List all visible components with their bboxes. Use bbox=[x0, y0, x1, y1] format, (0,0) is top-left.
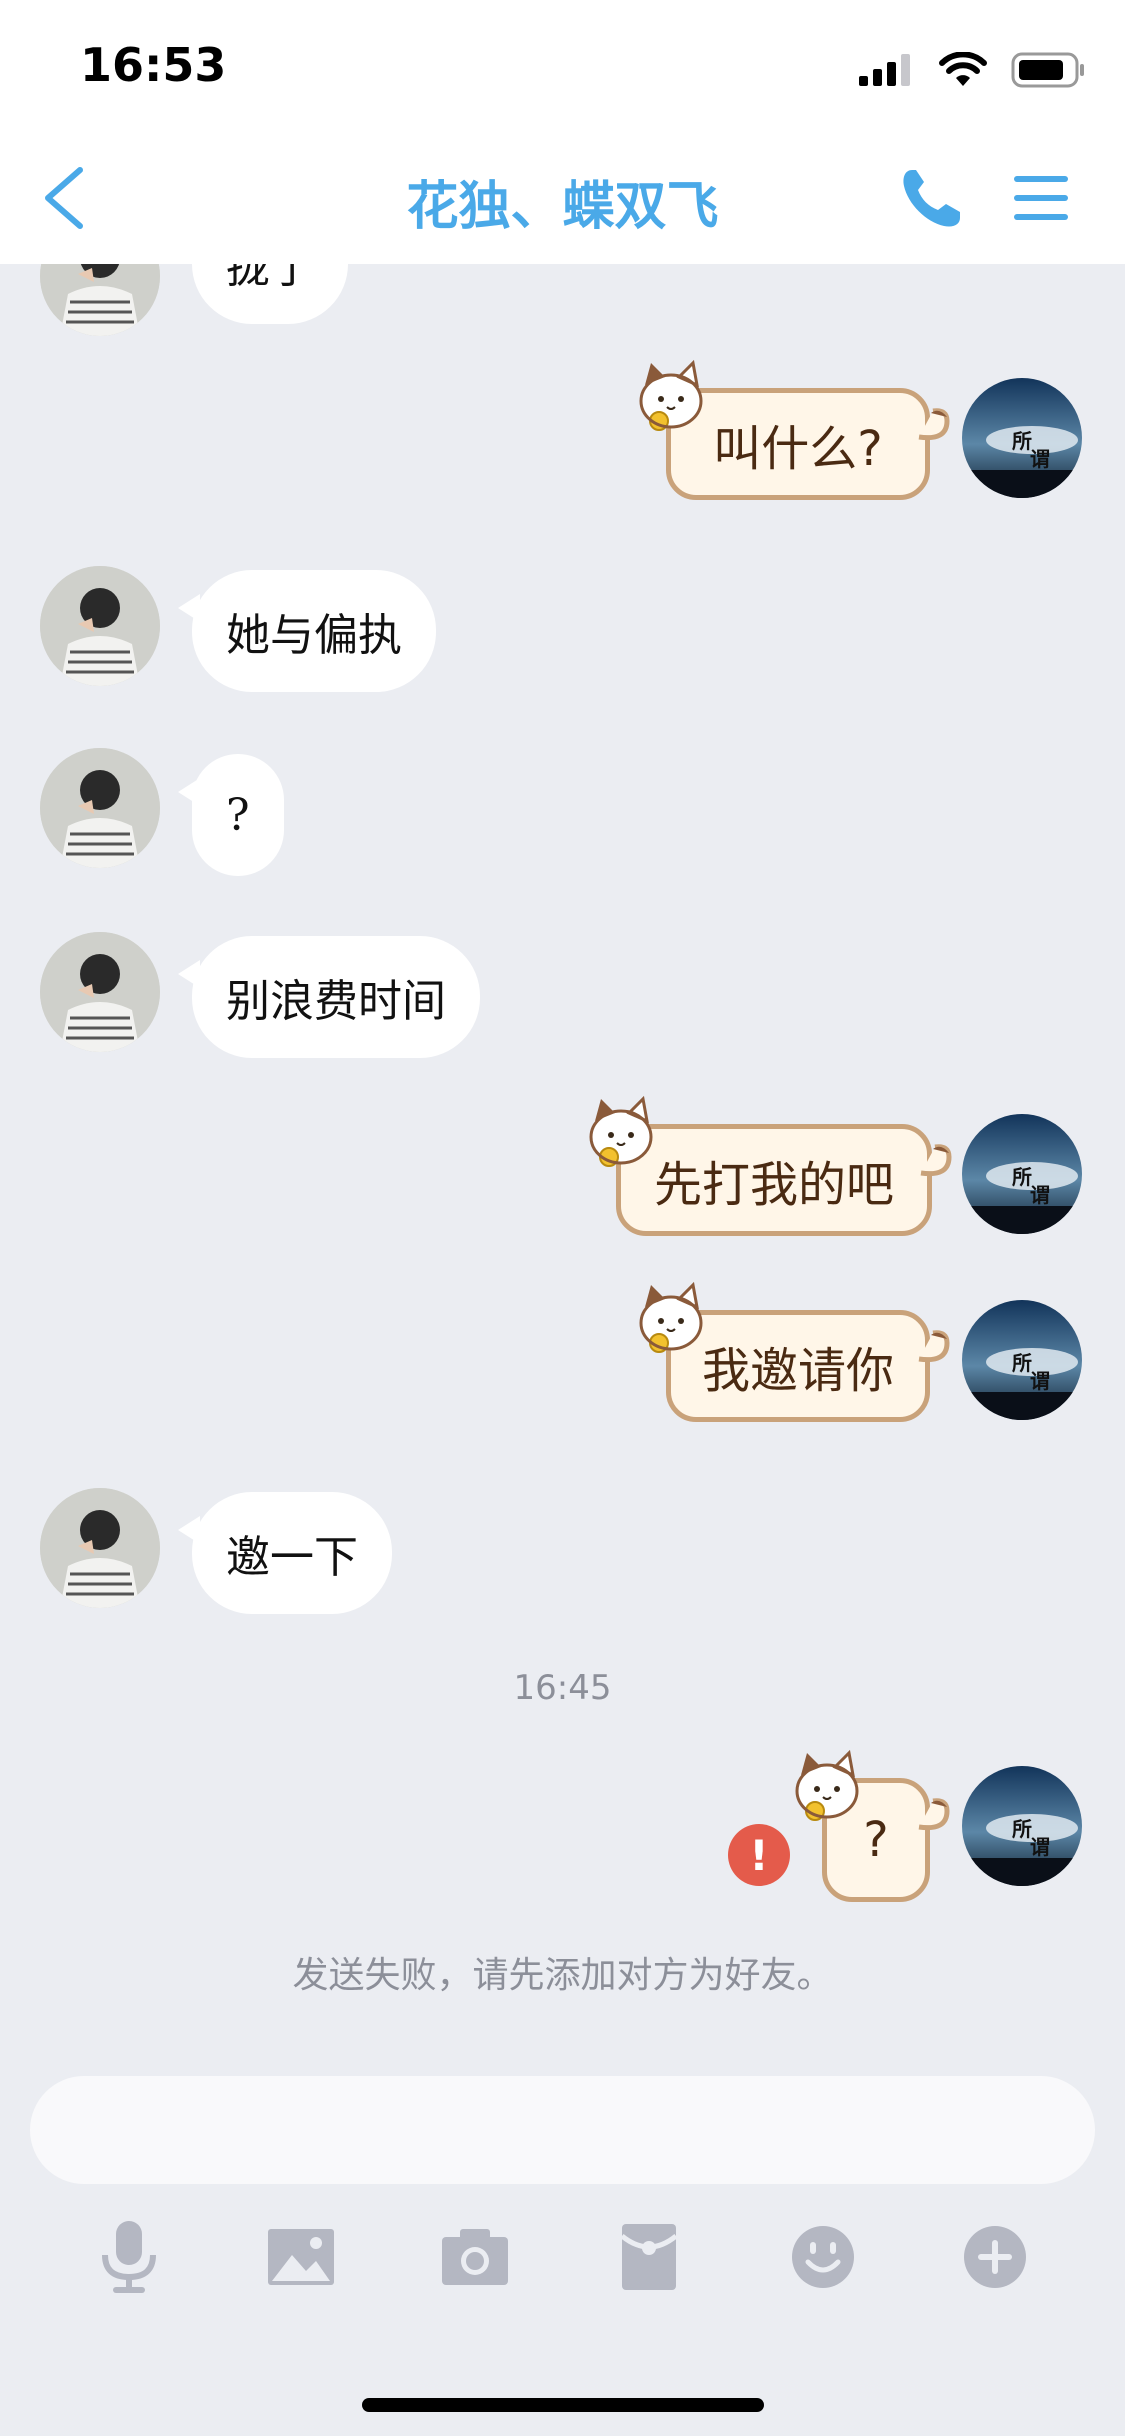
voice-button[interactable] bbox=[86, 2214, 172, 2300]
message-list[interactable]: 所 谓 拢了 叫什么? 她与 bbox=[0, 264, 1125, 2064]
lucky-cat-icon bbox=[629, 1277, 713, 1361]
menu-button[interactable] bbox=[1012, 172, 1070, 224]
message-bubble-left[interactable]: 别浪费时间 bbox=[178, 936, 480, 1058]
contact-avatar[interactable] bbox=[40, 748, 160, 868]
phone-icon bbox=[903, 170, 960, 227]
message-bubble-right[interactable]: 我邀请你 bbox=[666, 1310, 930, 1422]
cat-tail-icon bbox=[917, 1797, 951, 1833]
lucky-cat-icon bbox=[785, 1745, 869, 1829]
red-packet-icon bbox=[620, 2224, 678, 2290]
photo-button[interactable] bbox=[258, 2214, 344, 2300]
emoji-button[interactable] bbox=[780, 2214, 866, 2300]
message-bubble-left[interactable]: 她与偏执 bbox=[178, 570, 436, 692]
input-toolbar bbox=[0, 2214, 1125, 2300]
lucky-cat-icon bbox=[629, 355, 713, 439]
wifi-icon bbox=[939, 52, 987, 86]
message-bubble-right[interactable]: 先打我的吧 bbox=[616, 1124, 932, 1236]
home-indicator[interactable] bbox=[362, 2398, 764, 2412]
message-bubble-left[interactable]: 邀一下 bbox=[178, 1492, 392, 1614]
contact-avatar-image bbox=[40, 1488, 160, 1608]
message-bubble-left[interactable]: 拢了 bbox=[192, 264, 348, 324]
my-avatar-image bbox=[962, 378, 1082, 498]
message-text: 先打我的吧 bbox=[653, 1157, 894, 1213]
contact-avatar-image bbox=[40, 566, 160, 686]
message-input[interactable] bbox=[30, 2076, 1095, 2184]
contact-avatar-image bbox=[40, 932, 160, 1052]
cat-tail-icon bbox=[917, 1329, 951, 1365]
top-bar: 16:53 花独、蝶双飞 bbox=[0, 0, 1125, 264]
contact-avatar[interactable] bbox=[40, 932, 160, 1052]
contact-avatar[interactable] bbox=[40, 1488, 160, 1608]
signal-icon bbox=[859, 54, 910, 86]
message-text: 叫什么? bbox=[713, 421, 883, 477]
camera-button[interactable] bbox=[432, 2214, 518, 2300]
plus-icon bbox=[964, 2226, 1026, 2288]
message-bubble-right[interactable]: ? bbox=[822, 1778, 930, 1902]
my-avatar-image bbox=[962, 1766, 1082, 1886]
contact-avatar-image bbox=[40, 264, 160, 336]
my-avatar[interactable] bbox=[962, 1766, 1082, 1886]
my-avatar-image bbox=[962, 1114, 1082, 1234]
more-button[interactable] bbox=[952, 2214, 1038, 2300]
status-icons bbox=[859, 48, 1085, 92]
call-button[interactable] bbox=[898, 166, 964, 232]
emoji-icon bbox=[792, 2226, 854, 2288]
my-avatar[interactable] bbox=[962, 1300, 1082, 1420]
status-time: 16:53 bbox=[80, 38, 227, 92]
battery-icon bbox=[1011, 52, 1084, 88]
cat-tail-icon bbox=[917, 407, 951, 443]
send-failed-icon[interactable]: ! bbox=[728, 1824, 790, 1886]
contact-avatar[interactable] bbox=[40, 264, 160, 336]
microphone-icon bbox=[102, 2221, 156, 2293]
image-icon bbox=[268, 2229, 334, 2285]
message-bubble-left[interactable]: ? bbox=[178, 754, 284, 876]
red-packet-button[interactable] bbox=[606, 2214, 692, 2300]
send-failed-notice: 发送失败，请先添加对方为好友。 bbox=[292, 1955, 833, 1996]
contact-avatar-image bbox=[40, 748, 160, 868]
message-bubble-right[interactable]: 叫什么? bbox=[666, 388, 930, 500]
my-avatar[interactable] bbox=[962, 1114, 1082, 1234]
message-text: 我邀请你 bbox=[701, 1343, 894, 1399]
lucky-cat-icon bbox=[579, 1091, 663, 1175]
camera-icon bbox=[442, 2229, 508, 2285]
hamburger-icon bbox=[1014, 176, 1068, 220]
contact-avatar[interactable] bbox=[40, 566, 160, 686]
my-avatar[interactable] bbox=[962, 378, 1082, 498]
message-timestamp: 16:45 bbox=[513, 1668, 612, 1708]
my-avatar-image bbox=[962, 1300, 1082, 1420]
cat-tail-icon bbox=[919, 1143, 953, 1179]
